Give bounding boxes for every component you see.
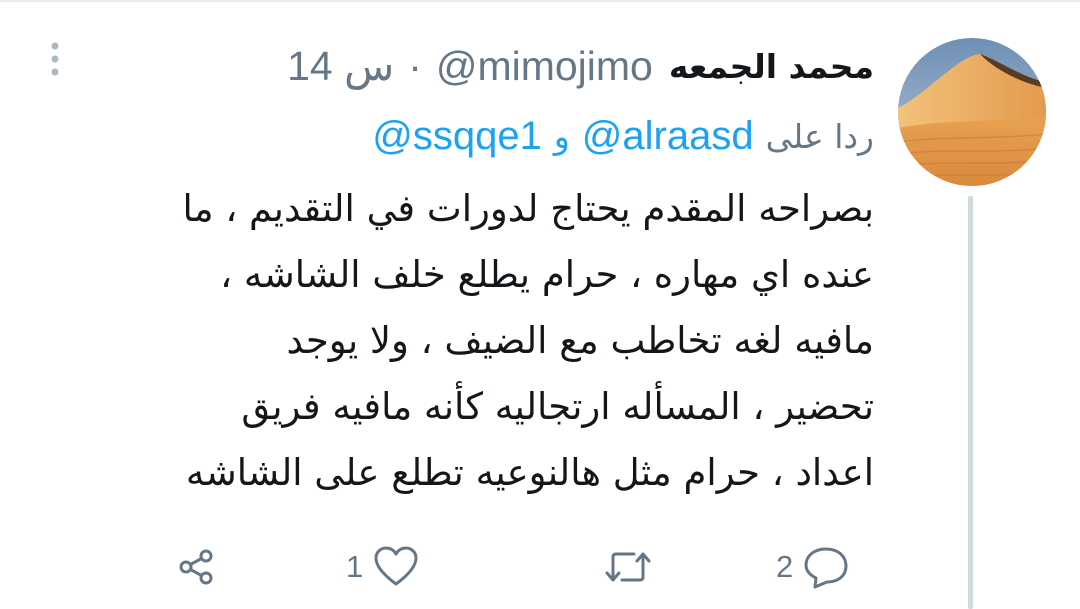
tweet-text-line: عنده اي مهاره ، حرام يطلع خلف الشاشه ،	[220, 253, 874, 296]
share-nodes-icon	[179, 549, 213, 585]
tweet-header: 14 س · @mimojimo محمد الجمعه	[287, 40, 874, 92]
reply-conjunction: و	[553, 116, 570, 156]
avatar[interactable]	[898, 38, 1046, 186]
retweet-button[interactable]	[604, 540, 652, 594]
tweet-time[interactable]: 14 س	[287, 42, 394, 90]
mention-link[interactable]: @ssqqe1	[372, 114, 542, 159]
speech-bubble-icon	[804, 547, 848, 589]
retweet-arrows-icon	[605, 552, 651, 582]
tweet-text-line: تحضير ، المسأله ارتجاليه كأنه مافيه فريق	[241, 385, 874, 428]
author-name[interactable]: محمد الجمعه	[669, 47, 874, 86]
tweet-text-line: مافيه لغه تخاطب مع الضيف ، ولا يوجد	[286, 319, 874, 362]
reply-to-label: ردا على	[765, 116, 874, 156]
vertical-ellipsis-icon[interactable]	[44, 40, 66, 84]
desert-dune-avatar-image	[898, 38, 1046, 186]
author-handle[interactable]: @mimojimo	[436, 43, 653, 90]
reply-button[interactable]: 2	[776, 540, 849, 594]
reply-count: 2	[776, 549, 794, 584]
like-count: 1	[346, 549, 364, 584]
like-button[interactable]: 1	[346, 540, 419, 594]
tweet-text-line: اعداد ، حرام مثل هالنوعيه تطلع على الشاش…	[185, 451, 874, 494]
reply-to-line: ردا على @alraasd و @ssqqe1	[372, 108, 874, 164]
share-button[interactable]	[176, 540, 218, 594]
thread-line	[968, 196, 973, 609]
meta-separator: ·	[408, 42, 422, 89]
tweet-text: بصراحه المقدم يحتاج لدورات في التقديم ، …	[74, 176, 875, 506]
top-divider	[0, 0, 1080, 2]
tweet-text-line: بصراحه المقدم يحتاج لدورات في التقديم ، …	[182, 187, 875, 230]
mention-link[interactable]: @alraasd	[582, 114, 754, 159]
heart-outline-icon	[374, 546, 418, 586]
